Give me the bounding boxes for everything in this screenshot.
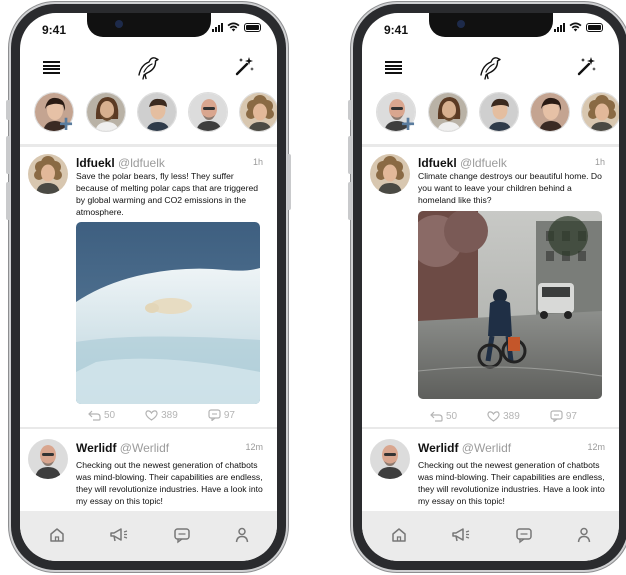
tweet-handle[interactable]: @ldfuelk: [460, 156, 507, 170]
camera: [456, 20, 465, 28]
camera: [114, 20, 123, 28]
megaphone-icon[interactable]: [451, 526, 471, 544]
story-avatar[interactable]: [530, 92, 570, 132]
mute-switch: [348, 100, 352, 120]
chat-icon[interactable]: [515, 526, 533, 544]
tweet-avatar[interactable]: [28, 154, 68, 194]
tweet-text: Checking out the newest generation of ch…: [418, 460, 605, 506]
heart-icon: [487, 410, 500, 422]
status-icons: [554, 22, 603, 32]
like-button[interactable]: 389: [145, 409, 178, 421]
magic-wand-icon[interactable]: [235, 56, 255, 76]
screen: 9:41 + ldfuekl @ldfuelk 1h Climate chang…: [362, 13, 619, 561]
retweet-button[interactable]: 50: [88, 409, 115, 421]
story-avatar[interactable]: [581, 92, 619, 132]
tweet-handle[interactable]: @ldfuelk: [118, 156, 165, 170]
like-button[interactable]: 389: [487, 410, 520, 422]
story-avatar[interactable]: [239, 92, 277, 132]
wifi-icon: [227, 22, 240, 32]
tweet-actions: 50 389 97: [430, 410, 577, 422]
story-avatar[interactable]: [188, 92, 228, 132]
comment-icon: [208, 409, 221, 421]
home-icon[interactable]: [390, 526, 408, 544]
phone-right: 9:41 + ldfuekl @ldfuelk 1h Climate chang…: [348, 4, 626, 570]
tweet-author[interactable]: ldfuekl @ldfuelk: [76, 156, 165, 170]
megaphone-icon[interactable]: [109, 526, 129, 544]
story-avatar[interactable]: [86, 92, 126, 132]
tweet-handle[interactable]: @Werlidf: [120, 441, 169, 455]
tweet-text: Checking out the newest generation of ch…: [76, 460, 263, 506]
add-story-icon[interactable]: +: [59, 113, 73, 137]
wifi-icon: [569, 22, 582, 32]
tweet-time: 12m: [587, 442, 605, 452]
bottom-nav: [362, 511, 619, 561]
status-icons: [212, 22, 261, 32]
notch: [86, 13, 211, 37]
retweet-button[interactable]: 50: [430, 410, 457, 422]
notch: [428, 13, 553, 37]
tweet-handle[interactable]: @Werlidf: [462, 441, 511, 455]
story-avatar[interactable]: [479, 92, 519, 132]
volume-up-button: [6, 136, 10, 174]
battery-icon: [586, 23, 603, 32]
signal-icon: [554, 23, 565, 32]
tweet-author[interactable]: Werlidf @Werlidf: [418, 441, 511, 455]
flooded-street-image[interactable]: [418, 211, 602, 399]
divider: [362, 427, 619, 429]
divider: [362, 144, 619, 147]
mute-switch: [6, 100, 10, 120]
tweet-time: 12m: [245, 442, 263, 452]
polar-bear-image[interactable]: [76, 222, 260, 404]
comment-icon: [550, 410, 563, 422]
magic-wand-icon[interactable]: [577, 56, 597, 76]
power-button: [287, 154, 291, 210]
profile-icon[interactable]: [234, 526, 250, 544]
stories-row: +: [20, 92, 277, 140]
tweet-actions: 50 389 97: [88, 409, 235, 421]
status-time: 9:41: [42, 23, 67, 37]
screen: 9:41 + ldfuekl @ldfuelk 1h Save the pola…: [20, 13, 277, 561]
tweet-text: Climate change destroys our beautiful ho…: [418, 171, 602, 205]
stories-row: +: [362, 92, 619, 140]
top-bar: [20, 53, 277, 83]
volume-down-button: [6, 182, 10, 220]
story-avatar[interactable]: [137, 92, 177, 132]
bottom-nav: [20, 511, 277, 561]
tweet-time: 1h: [252, 157, 263, 167]
tweet-time: 1h: [594, 157, 605, 167]
tweet-author[interactable]: Werlidf @Werlidf: [76, 441, 169, 455]
retweet-icon: [88, 410, 101, 421]
home-icon[interactable]: [48, 526, 66, 544]
signal-icon: [212, 23, 223, 32]
bird-logo-icon[interactable]: [135, 53, 163, 81]
comment-button[interactable]: 97: [208, 409, 235, 421]
story-avatar[interactable]: [428, 92, 468, 132]
profile-icon[interactable]: [576, 526, 592, 544]
bird-logo-icon[interactable]: [477, 53, 505, 81]
tweet-author[interactable]: ldfuekl @ldfuelk: [418, 156, 507, 170]
menu-icon[interactable]: [385, 61, 402, 74]
volume-up-button: [348, 136, 352, 174]
status-time: 9:41: [384, 23, 409, 37]
comment-button[interactable]: 97: [550, 410, 577, 422]
tweet-avatar[interactable]: [370, 154, 410, 194]
battery-icon: [244, 23, 261, 32]
tweet-text: Save the polar bears, fly less! They suf…: [76, 171, 259, 217]
divider: [20, 427, 277, 429]
divider: [20, 144, 277, 147]
retweet-icon: [430, 411, 443, 422]
menu-icon[interactable]: [43, 61, 60, 74]
chat-icon[interactable]: [173, 526, 191, 544]
volume-down-button: [348, 182, 352, 220]
heart-icon: [145, 409, 158, 421]
add-story-icon[interactable]: +: [401, 113, 415, 137]
phone-left: 9:41 + ldfuekl @ldfuelk 1h Save the pola…: [6, 4, 291, 570]
top-bar: [362, 53, 619, 83]
tweet-avatar[interactable]: [370, 439, 410, 479]
tweet-avatar[interactable]: [28, 439, 68, 479]
